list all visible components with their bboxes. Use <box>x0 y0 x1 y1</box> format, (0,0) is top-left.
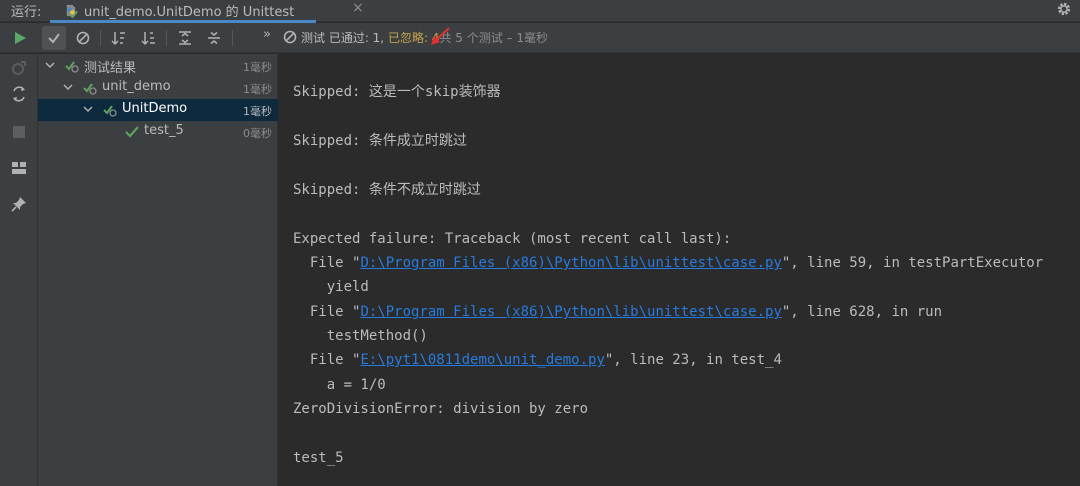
status-passed: 测试 已通过: 1, <box>301 31 388 45</box>
sort-duration-icon <box>141 32 155 46</box>
console-text: File " <box>293 352 361 368</box>
tree-row-test-results[interactable]: 测试结果 1毫秒 <box>38 55 278 77</box>
passed-suite-icon <box>83 83 97 95</box>
tree-row-duration: 0毫秒 <box>243 127 272 140</box>
console-text: ", line 59, in testPartExecutor <box>781 255 1044 271</box>
console-line: a = 1/0 <box>293 375 386 395</box>
show-ignored-toggle[interactable] <box>71 26 95 50</box>
console-text: Skipped: 条件成立时跳过 <box>293 133 467 149</box>
rerun-failed-icon <box>12 61 26 75</box>
tree-row-label: UnitDemo <box>122 101 188 116</box>
pin-icon <box>11 197 26 212</box>
console-line: Expected failure: Traceback (most recent… <box>293 229 731 249</box>
collapse-all-icon <box>208 31 220 45</box>
console-text: Skipped: 条件不成立时跳过 <box>293 182 481 198</box>
passed-suite-icon <box>103 105 117 117</box>
expand-all-button[interactable] <box>173 26 197 50</box>
test-runner-toolbar: » 测试 已通过: 1, 已忽略: 4共 5 个测试 – 1毫秒 <box>0 23 1080 53</box>
console-line: File "D:\Program Files (x86)\Python\lib\… <box>293 253 1043 273</box>
console-line: ZeroDivisionError: division by zero <box>293 399 588 419</box>
console-text: ", line 628, in run <box>781 304 943 320</box>
file-link[interactable]: D:\Program Files (x86)\Python\lib\unitte… <box>360 304 781 320</box>
chevron-down-icon[interactable] <box>82 103 94 115</box>
rerun-button[interactable] <box>8 26 32 50</box>
check-icon <box>48 33 60 44</box>
console-line: File "E:\pyt1\0811demo\unit_demo.py", li… <box>293 350 782 370</box>
auto-rerun-icon <box>13 86 25 102</box>
run-configuration-tab[interactable]: unit_demo.UnitDemo 的 Unittest × <box>50 0 364 23</box>
console-line: Skipped: 这是一个skip装饰器 <box>293 82 501 102</box>
console-output[interactable]: Skipped: 这是一个skip装饰器 Skipped: 条件成立时跳过 Sk… <box>279 54 1080 486</box>
toolbar-separator <box>232 30 233 46</box>
tree-row-label: 测试结果 <box>84 61 137 76</box>
console-text: Skipped: 这是一个skip装饰器 <box>293 84 501 100</box>
show-passed-toggle[interactable] <box>42 26 66 50</box>
tree-row-unitdemo[interactable]: UnitDemo 1毫秒 <box>38 99 278 121</box>
status-total: 共 5 个测试 – 1毫秒 <box>439 31 548 45</box>
console-text: testMethod() <box>293 328 428 344</box>
chevron-down-icon[interactable] <box>44 59 56 71</box>
tab-title: unit_demo.UnitDemo 的 Unittest <box>84 5 295 20</box>
console-text: a = 1/0 <box>293 377 386 393</box>
python-test-icon <box>66 4 78 18</box>
console-text: ", line 23, in test_4 <box>604 352 782 368</box>
collapse-all-button[interactable] <box>202 26 226 50</box>
console-line: testMethod() <box>293 326 428 346</box>
console-line: Skipped: 条件不成立时跳过 <box>293 180 481 200</box>
sort-alphabetically-button[interactable] <box>107 26 131 50</box>
sort-by-duration-button[interactable] <box>137 26 161 50</box>
play-icon <box>15 32 26 44</box>
file-link[interactable]: D:\Program Files (x86)\Python\lib\unitte… <box>360 255 781 271</box>
tree-row-duration: 1毫秒 <box>243 105 272 118</box>
expand-all-icon <box>179 31 191 45</box>
console-text: File " <box>293 304 361 320</box>
toggle-auto-test-button[interactable] <box>9 84 29 104</box>
more-actions-chevron[interactable]: » <box>263 27 271 42</box>
console-text: yield <box>293 279 369 295</box>
console-line: Skipped: 条件成立时跳过 <box>293 131 467 151</box>
console-text: test_5 <box>293 450 344 466</box>
passed-suite-icon <box>65 61 79 73</box>
test-results-tree: 测试结果 1毫秒 unit_demo 1毫秒 UnitDemo 1毫秒 test… <box>38 54 278 486</box>
tree-row-label: test_5 <box>144 123 184 138</box>
console-text: ZeroDivisionError: division by zero <box>293 401 589 417</box>
toolbar-separator <box>100 30 101 46</box>
gear-icon[interactable] <box>1056 1 1072 17</box>
tree-row-label: unit_demo <box>102 79 171 94</box>
tree-row-test-5[interactable]: test_5 0毫秒 <box>38 121 278 143</box>
chevron-down-icon[interactable] <box>62 81 74 93</box>
ignored-icon <box>76 31 90 45</box>
console-text: File " <box>293 255 361 271</box>
run-label: 运行: <box>11 5 42 20</box>
tree-row-duration: 1毫秒 <box>243 83 272 96</box>
stop-button[interactable] <box>9 122 29 142</box>
console-text: Expected failure: Traceback (most recent… <box>293 231 732 247</box>
layout-button[interactable] <box>9 158 29 178</box>
red-annotation-arrow <box>431 27 450 45</box>
ignored-status-icon <box>283 30 297 44</box>
passed-check-icon <box>125 126 139 138</box>
toolbar-separator <box>166 30 167 46</box>
console-line: yield <box>293 277 369 297</box>
file-link[interactable]: E:\pyt1\0811demo\unit_demo.py <box>360 352 604 368</box>
run-tool-window-header: 运行: unit_demo.UnitDemo 的 Unittest × <box>0 0 1080 23</box>
sort-alpha-icon <box>111 32 125 46</box>
tree-row-unit-demo[interactable]: unit_demo 1毫秒 <box>38 77 278 99</box>
layout-icon <box>12 162 26 174</box>
console-line: test_5 <box>293 448 344 468</box>
rerun-failed-button[interactable] <box>9 58 29 78</box>
console-line: File "D:\Program Files (x86)\Python\lib\… <box>293 302 942 322</box>
left-tool-strip <box>0 54 38 486</box>
pin-tab-button[interactable] <box>9 194 29 214</box>
stop-icon <box>13 126 25 138</box>
tree-row-duration: 1毫秒 <box>243 61 272 74</box>
close-tab-icon[interactable]: × <box>352 0 364 16</box>
